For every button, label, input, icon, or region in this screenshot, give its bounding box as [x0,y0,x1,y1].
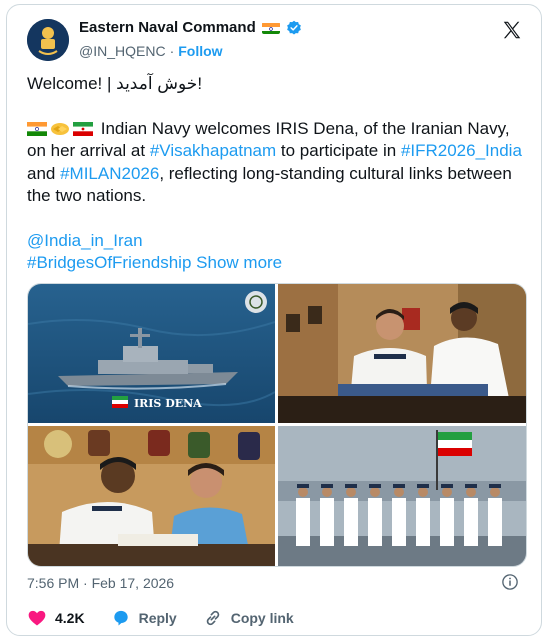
india-flag-icon [261,22,280,34]
mention-india-in-iran[interactable]: @India_in_Iran [27,231,143,250]
media-grid: IRIS DENA [27,283,527,567]
account-handle[interactable]: @IN_HQENC [79,43,166,59]
tweet-body-text: to participate in [276,141,401,160]
greeting-text: Welcome! | خوش آمدید! [27,74,203,93]
handshake-icon [50,120,70,135]
photo-officers-meeting[interactable] [278,284,526,423]
hashtag-visakhapatnam[interactable]: #Visakhapatnam [150,141,276,160]
hashtag-ifr2026[interactable]: #IFR2026_India [401,141,522,160]
india-flag-icon [27,120,47,136]
tweet-body-text: and [27,163,61,183]
photo-signing[interactable] [28,426,275,566]
action-bar: 4.2K Reply Copy link [27,608,320,628]
info-icon[interactable] [501,573,519,591]
account-name[interactable]: Eastern Naval Command [79,19,256,36]
photo-ship[interactable]: IRIS DENA [28,284,275,423]
hashtag-milan2026[interactable]: #MILAN2026 [60,164,159,183]
hashtag-bridges-of-friendship[interactable]: #BridgesOfFriendship [27,253,191,272]
tweet-text: Welcome! | خوش آمدید! Indian Navy welcom… [27,73,525,275]
reply-label: Reply [138,610,177,626]
navy-crest-icon [27,19,69,61]
photo-sailors-on-deck[interactable] [278,426,526,566]
copy-link-label: Copy link [230,610,294,626]
avatar[interactable] [27,19,69,61]
reply-button[interactable]: Reply [111,608,177,628]
link-icon [206,610,219,626]
copy-link-button[interactable]: Copy link [203,608,294,628]
heart-icon [28,610,46,626]
verified-badge-icon [286,20,301,35]
x-logo-icon[interactable] [501,19,523,41]
tweet-timestamp[interactable]: 7:56 PM · Feb 17, 2026 [27,575,174,591]
separator-dot: · [169,43,175,59]
hashtag-line: #BridgesOfFriendship Show more [27,252,525,275]
show-more-link[interactable]: Show more [196,253,282,272]
iran-flag-icon [73,120,93,136]
ship-caption: IRIS DENA [134,397,202,410]
follow-button[interactable]: Follow [178,43,222,59]
tweet-card: Eastern Naval Command @IN_HQENC · Follow… [6,4,542,636]
mention-line: @India_in_Iran [27,230,525,253]
tweet-body: Indian Navy welcomes IRIS Dena, of the I… [27,118,525,208]
like-count: 4.2K [55,610,85,626]
reply-icon [113,610,128,626]
like-button[interactable]: 4.2K [27,608,85,628]
